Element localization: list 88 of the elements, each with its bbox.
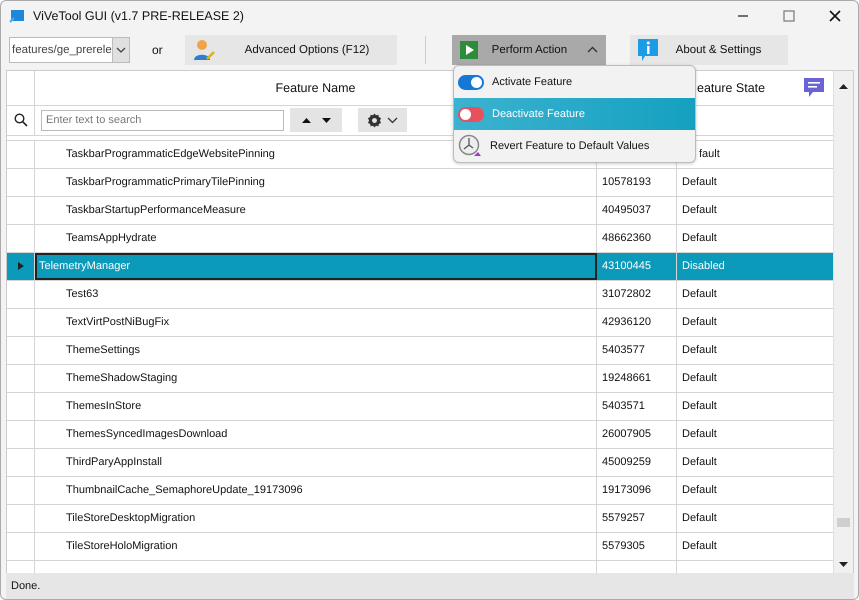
table-cell: 5403571 — [597, 392, 677, 420]
table-cell: Default — [682, 456, 717, 468]
table-cell: 48662360 — [597, 224, 677, 252]
table-cell: Test63 — [66, 288, 98, 300]
table-cell: 26007905 — [597, 420, 677, 448]
table-cell: 10578193 — [597, 168, 677, 196]
column-header[interactable]: eature State — [697, 80, 766, 95]
chevron-up-icon — [586, 46, 598, 54]
triangle-up-icon — [302, 118, 310, 123]
table-row[interactable]: ThemesInStore 5403571 Default — [7, 392, 834, 421]
table-row[interactable]: ThemesSyncedImagesDownload 26007905 Default — [7, 420, 834, 449]
table-cell: 45009259 — [597, 448, 677, 476]
table-cell: fault — [699, 148, 720, 160]
table-cell: Disabled — [682, 260, 725, 272]
table-cell: TaskbarProgrammaticPrimaryTilePinning — [66, 176, 265, 188]
table-cell: TaskbarProgrammaticEdgeWebsitePinning — [66, 148, 275, 160]
table-cell: 40495037 — [597, 196, 677, 224]
table-cell: 42936120 — [597, 308, 677, 336]
table-cell: 5579257 — [597, 504, 677, 532]
table-cell: Default — [682, 232, 717, 244]
table-cell: 31072802 — [597, 280, 677, 308]
toggle-off-icon — [458, 106, 484, 122]
sort-button[interactable] — [290, 108, 342, 132]
table-cell: Default — [682, 372, 717, 384]
table-cell: 19173096 — [597, 476, 677, 504]
table-cell: Default — [682, 540, 717, 552]
table-cell: Default — [682, 428, 717, 440]
perform-action-button[interactable]: Perform Action — [452, 34, 606, 65]
triangle-down-icon — [322, 118, 330, 123]
chevron-down-icon — [387, 116, 398, 124]
table-cell: Default — [682, 288, 717, 300]
chevron-down-icon — [116, 46, 126, 53]
row-pointer-icon — [18, 262, 24, 270]
table-row[interactable]: TileStoreHoloMigration 5579305 Default — [7, 532, 834, 561]
toggle-on-icon — [458, 74, 484, 90]
play-icon — [460, 40, 478, 59]
table-row[interactable]: TileStoreDesktopMigration 5579257 Default — [7, 504, 834, 533]
search-field[interactable]: Enter text to search — [41, 110, 284, 131]
table-row[interactable]: ThumbnailCache_SemaphoreUpdate_19173096 19173096 Default — [7, 476, 834, 505]
table-cell: ThemesInStore — [66, 400, 142, 412]
table-cell: Default — [682, 204, 717, 216]
table-cell: TeamsAppHydrate — [66, 232, 156, 244]
table-row[interactable]: TextVirtPostNiBugFix 42936120 Default — [7, 308, 834, 337]
branch-combo[interactable]: features/ge_prerele — [9, 36, 130, 63]
table-cell: Default — [682, 400, 717, 412]
gear-icon — [366, 112, 382, 128]
table-row[interactable]: ThirdParyAppInstall 45009259 Default — [7, 448, 834, 477]
or-label: or — [152, 42, 163, 57]
table-cell: ThemeSettings — [66, 344, 140, 356]
menu-item[interactable]: Activate Feature — [454, 66, 695, 98]
settings-button[interactable] — [358, 108, 407, 132]
table-cell: TextVirtPostNiBugFix — [66, 316, 170, 328]
table-cell: ThirdParyAppInstall — [66, 456, 162, 468]
scroll-down-icon[interactable] — [839, 562, 848, 568]
table-row[interactable]: Test63 31072802 Default — [7, 280, 834, 309]
table-cell: Default — [682, 344, 717, 356]
table-cell: ThemeShadowStaging — [66, 372, 178, 384]
table-cell: Default — [682, 176, 717, 188]
app-icon — [9, 9, 25, 24]
table-cell: 43100445 — [597, 252, 677, 280]
search-icon — [14, 113, 28, 128]
table-cell: TelemetryManager — [39, 260, 130, 272]
table-row[interactable]: ThemeSettings 5403577 Default — [7, 336, 834, 365]
table-row[interactable]: TaskbarStartupPerformanceMeasure 40495037 Default — [7, 196, 834, 225]
table-cell: 19248661 — [597, 364, 677, 392]
table-cell: Default — [682, 316, 717, 328]
table-cell: TileStoreHoloMigration — [66, 540, 178, 552]
table-cell: ThemesSyncedImagesDownload — [66, 428, 228, 440]
table-cell: 5579305 — [597, 532, 677, 560]
table-cell: Default — [682, 512, 717, 524]
table-cell: Default — [682, 484, 717, 496]
scroll-thumb[interactable] — [837, 518, 850, 527]
clock-icon — [458, 134, 482, 158]
advanced-options-button[interactable]: Advanced Options (F12) — [184, 34, 397, 65]
table-cell: 5403577 — [597, 336, 677, 364]
status-text: Done. — [11, 580, 40, 592]
info-icon — [638, 38, 658, 61]
scroll-up-icon[interactable] — [839, 84, 848, 89]
table-row[interactable]: TaskbarProgrammaticPrimaryTilePinning 10578193 Default — [7, 168, 834, 197]
table-cell: ThumbnailCache_SemaphoreUpdate_19173096 — [66, 484, 303, 496]
table-cell: TileStoreDesktopMigration — [66, 512, 196, 524]
user-edit-icon — [192, 38, 215, 61]
table-cell: TaskbarStartupPerformanceMeasure — [66, 204, 246, 216]
table-row[interactable]: ThemeShadowStaging 19248661 Default — [7, 364, 834, 393]
about-settings-button[interactable]: About & Settings — [630, 34, 788, 65]
window-title: ViVeTool GUI (v1.7 PRE-RELEASE 2) — [33, 9, 244, 24]
chat-icon[interactable] — [804, 78, 824, 98]
column-header[interactable]: Feature Name — [276, 80, 356, 95]
